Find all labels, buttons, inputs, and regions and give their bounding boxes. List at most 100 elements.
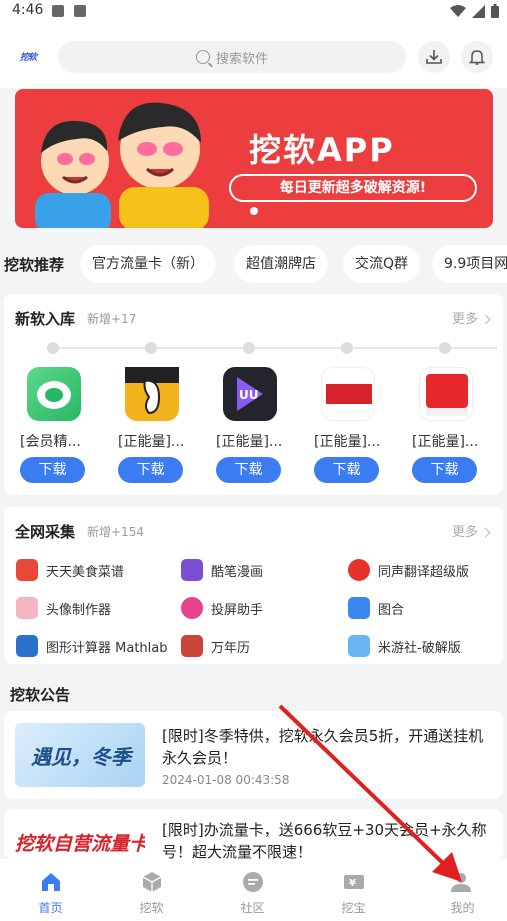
timeline-line xyxy=(51,347,497,349)
promo-banner[interactable]: 挖软APP 每日更新超多破解资源! xyxy=(15,89,493,228)
tab-treasure[interactable]: ¥ 挖宝 xyxy=(303,859,404,921)
91-icon xyxy=(419,367,473,421)
collection-item-name: 图形计算器 Mathlab xyxy=(46,640,168,656)
home-icon xyxy=(42,873,60,891)
green-shield-icon xyxy=(27,367,81,421)
download-button[interactable] xyxy=(418,41,450,73)
recommend-item[interactable]: 9.9项目网 xyxy=(432,245,507,283)
recommend-item[interactable]: 官方流量卡（新） xyxy=(80,245,216,283)
tab-home[interactable]: 首页 xyxy=(0,859,101,921)
tab-mine[interactable]: 我的 xyxy=(404,859,507,921)
tab-label: 挖宝 xyxy=(341,901,366,915)
avatar-maker-icon xyxy=(16,597,38,619)
comic-app-icon xyxy=(181,559,203,581)
collection-item-name: 天天美食菜谱 xyxy=(46,564,125,580)
tab-wasoft[interactable]: 挖软 xyxy=(101,859,202,921)
timeline-dot xyxy=(439,342,451,354)
collection-title: 全网采集 xyxy=(15,523,76,541)
collection-item[interactable]: 图合 xyxy=(348,596,404,620)
search-icon xyxy=(196,50,210,64)
new-software-title: 新软入库 xyxy=(15,310,76,328)
timeline-dot xyxy=(145,342,157,354)
announcement-text: [限时]冬季特供，挖软永久会员5折，开通送挂机永久会员！ xyxy=(162,727,484,767)
collection-count: 新增+154 xyxy=(87,525,144,539)
collection-item[interactable]: 天天美食菜谱 xyxy=(16,558,124,582)
collection-item[interactable]: 酷笔漫画 xyxy=(181,558,263,582)
announcement-time: 2024-01-08 00:43:58 xyxy=(162,773,290,787)
recommend-item[interactable]: 超值潮牌店 xyxy=(234,245,328,283)
new-software-more-link[interactable]: 更多 xyxy=(451,308,491,327)
app-item[interactable]: UU [正能量]... 下载 xyxy=(216,367,286,487)
app-name: [会员精... xyxy=(20,434,81,450)
app-item[interactable]: [正能量]... 下载 xyxy=(118,367,188,487)
new-software-count: 新增+17 xyxy=(87,312,137,326)
download-app-button[interactable]: 下载 xyxy=(314,457,379,483)
download-app-button[interactable]: 下载 xyxy=(216,457,281,483)
more-label: 更多 xyxy=(451,312,478,327)
announcement-item[interactable]: 遇见，冬季 [限时]冬季特供，挖软永久会员5折，开通送挂机永久会员！ 2024-… xyxy=(4,711,503,799)
announcement-item[interactable]: 挖软自营流量卡 [限时]办流量卡，送666软豆+30天会员+永久称号！超大流量不… xyxy=(4,809,503,859)
collection-item[interactable]: 同声翻译超级版 xyxy=(348,558,469,582)
status-bar: 4:46 xyxy=(0,0,507,24)
app-logo[interactable]: 挖软 xyxy=(20,50,42,64)
app-name: [正能量]... xyxy=(216,434,283,450)
notification-button[interactable] xyxy=(461,41,493,73)
signal-icon xyxy=(472,4,485,18)
banana-icon xyxy=(125,367,179,421)
chevron-right-icon xyxy=(480,527,491,538)
announcement-thumbnail: 遇见，冬季 xyxy=(15,723,145,787)
download-app-button[interactable]: 下载 xyxy=(412,457,477,483)
banner-title: 挖软APP xyxy=(249,131,395,169)
collection-item[interactable]: 头像制作器 xyxy=(16,596,111,620)
tab-community[interactable]: 社区 xyxy=(202,859,303,921)
search-bar[interactable]: 搜索软件 xyxy=(58,41,406,73)
collection-item-name: 酷笔漫画 xyxy=(211,564,264,580)
collection-card: 全网采集 新增+154 更多 天天美食菜谱 酷笔漫画 同声翻译超级版 头像制作器… xyxy=(4,507,503,664)
calculator-app-icon xyxy=(16,635,38,657)
tuhe-app-icon xyxy=(348,597,370,619)
collection-more-link[interactable]: 更多 xyxy=(451,521,491,540)
collection-item-name: 同声翻译超级版 xyxy=(378,564,470,580)
collection-item[interactable]: 图形计算器 Mathlab xyxy=(16,634,167,658)
thumbnail-text: 遇见，冬季 xyxy=(31,745,131,769)
cartoon-characters-illustration xyxy=(35,102,209,228)
wifi-icon xyxy=(450,4,466,17)
collection-item[interactable]: 投屏助手 xyxy=(181,596,263,620)
app-item[interactable]: [正能量]... 下载 xyxy=(314,367,384,487)
timeline-dot xyxy=(341,342,353,354)
app-name: [正能量]... xyxy=(412,434,479,450)
carousel-indicator[interactable] xyxy=(250,207,258,215)
collection-item-name: 万年历 xyxy=(211,640,251,656)
thumbnail-text: 挖软自营流量卡 xyxy=(15,833,145,855)
collection-item-name: 图合 xyxy=(378,602,405,618)
collection-item[interactable]: 万年历 xyxy=(181,634,250,658)
logo-text: 挖软 xyxy=(20,53,37,63)
collection-item[interactable]: 米游社-破解版 xyxy=(348,634,461,658)
cube-icon xyxy=(142,872,162,892)
announcements-title: 挖软公告 xyxy=(10,686,71,704)
download-icon xyxy=(426,50,442,64)
chevron-right-icon xyxy=(480,314,491,325)
banner-subtitle: 每日更新超多破解资源! xyxy=(229,174,477,202)
app-name: [正能量]... xyxy=(118,434,185,450)
download-app-button[interactable]: 下载 xyxy=(118,457,183,483)
tab-label: 我的 xyxy=(450,901,475,915)
announcement-thumbnail: 挖软自营流量卡 xyxy=(15,819,145,859)
uu-video-icon: UU xyxy=(223,367,277,421)
calendar-app-icon xyxy=(181,635,203,657)
recommend-item[interactable]: 交流Q群 xyxy=(343,245,421,283)
ticket-icon: ¥ xyxy=(344,875,364,889)
download-app-button[interactable]: 下载 xyxy=(20,457,85,483)
bottom-tab-bar: 首页 挖软 社区 ¥ 挖宝 我的 xyxy=(0,859,507,921)
collection-item-name: 头像制作器 xyxy=(46,602,112,618)
app-item[interactable]: [会员精... 下载 xyxy=(20,367,90,487)
recommend-label: 挖软推荐 xyxy=(4,256,65,274)
miyoushe-app-icon xyxy=(348,635,370,657)
top-bar: 挖软 搜索软件 xyxy=(0,24,507,88)
app-item[interactable]: [正能量]... 下载 xyxy=(412,367,482,487)
translate-app-icon xyxy=(348,559,370,581)
chat-icon xyxy=(243,872,263,892)
recommend-row: 挖软推荐 官方流量卡（新） 超值潮牌店 交流Q群 9.9项目网 xyxy=(0,245,507,283)
svg-text:¥: ¥ xyxy=(349,878,356,889)
more-label: 更多 xyxy=(451,525,478,540)
